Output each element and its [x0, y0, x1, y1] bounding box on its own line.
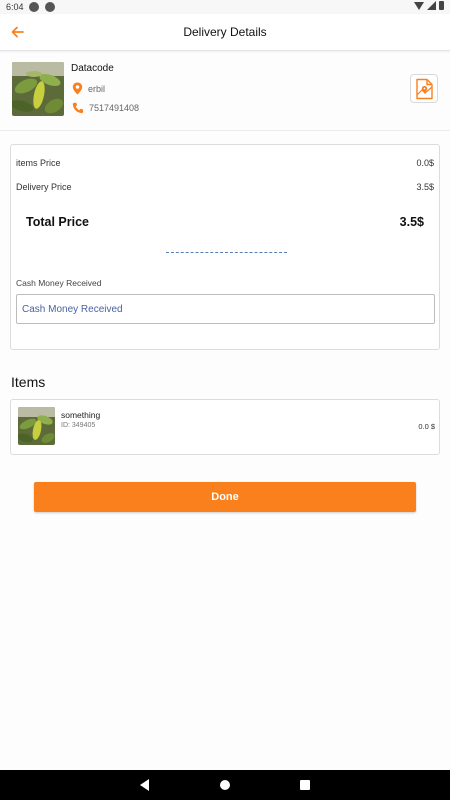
status-time: 6:04: [6, 2, 24, 12]
status-bar: 6:04: [0, 0, 450, 14]
customer-profile: Datacode erbil 7517491408: [0, 51, 450, 131]
items-price-label: items Price: [16, 158, 61, 168]
nav-home-icon[interactable]: [220, 780, 230, 790]
list-item[interactable]: something ID: 349405 0.0 $: [10, 399, 440, 455]
done-button[interactable]: Done: [34, 482, 416, 512]
notification-icon: [45, 2, 55, 12]
dashed-divider: [166, 252, 287, 253]
customer-location: erbil: [72, 82, 105, 95]
price-summary-card: items Price 0.0$ Delivery Price 3.5$ Tot…: [10, 144, 440, 350]
system-icons: [414, 1, 444, 10]
items-price-row: items Price 0.0$: [16, 158, 434, 168]
signal-icon: [427, 1, 436, 10]
item-id: ID: 349405: [61, 422, 96, 429]
phone-icon: [72, 102, 84, 114]
wifi-icon: [414, 1, 424, 10]
cash-received-input[interactable]: [16, 294, 435, 324]
total-price-value: 3.5$: [399, 215, 424, 229]
nav-recents-icon[interactable]: [300, 780, 310, 790]
cash-received-label: Cash Money Received: [16, 278, 102, 288]
total-price-label: Total Price: [26, 215, 89, 229]
location-text: erbil: [88, 83, 106, 94]
total-price-row: Total Price 3.5$: [26, 215, 424, 229]
notification-icon: [29, 2, 39, 12]
phone-text: 7517491408: [89, 103, 140, 113]
page-title: Delivery Details: [183, 25, 267, 39]
item-name: something: [61, 410, 101, 420]
delivery-price-value: 3.5$: [416, 182, 434, 192]
open-map-button[interactable]: [410, 74, 438, 103]
battery-icon: [439, 1, 444, 10]
items-price-value: 0.0$: [416, 158, 434, 168]
items-heading: Items: [11, 374, 46, 390]
map-document-icon: [416, 78, 433, 99]
customer-photo: [12, 62, 64, 116]
system-nav-bar: [0, 770, 450, 800]
nav-back-icon[interactable]: [140, 779, 149, 791]
app-bar: Delivery Details: [0, 14, 450, 51]
item-photo: [18, 407, 55, 445]
delivery-price-row: Delivery Price 3.5$: [16, 182, 434, 192]
location-pin-icon: [72, 82, 83, 95]
item-price: 0.0 $: [418, 422, 435, 431]
delivery-price-label: Delivery Price: [16, 182, 72, 192]
customer-phone[interactable]: 7517491408: [72, 102, 139, 114]
customer-name: Datacode: [71, 63, 114, 74]
